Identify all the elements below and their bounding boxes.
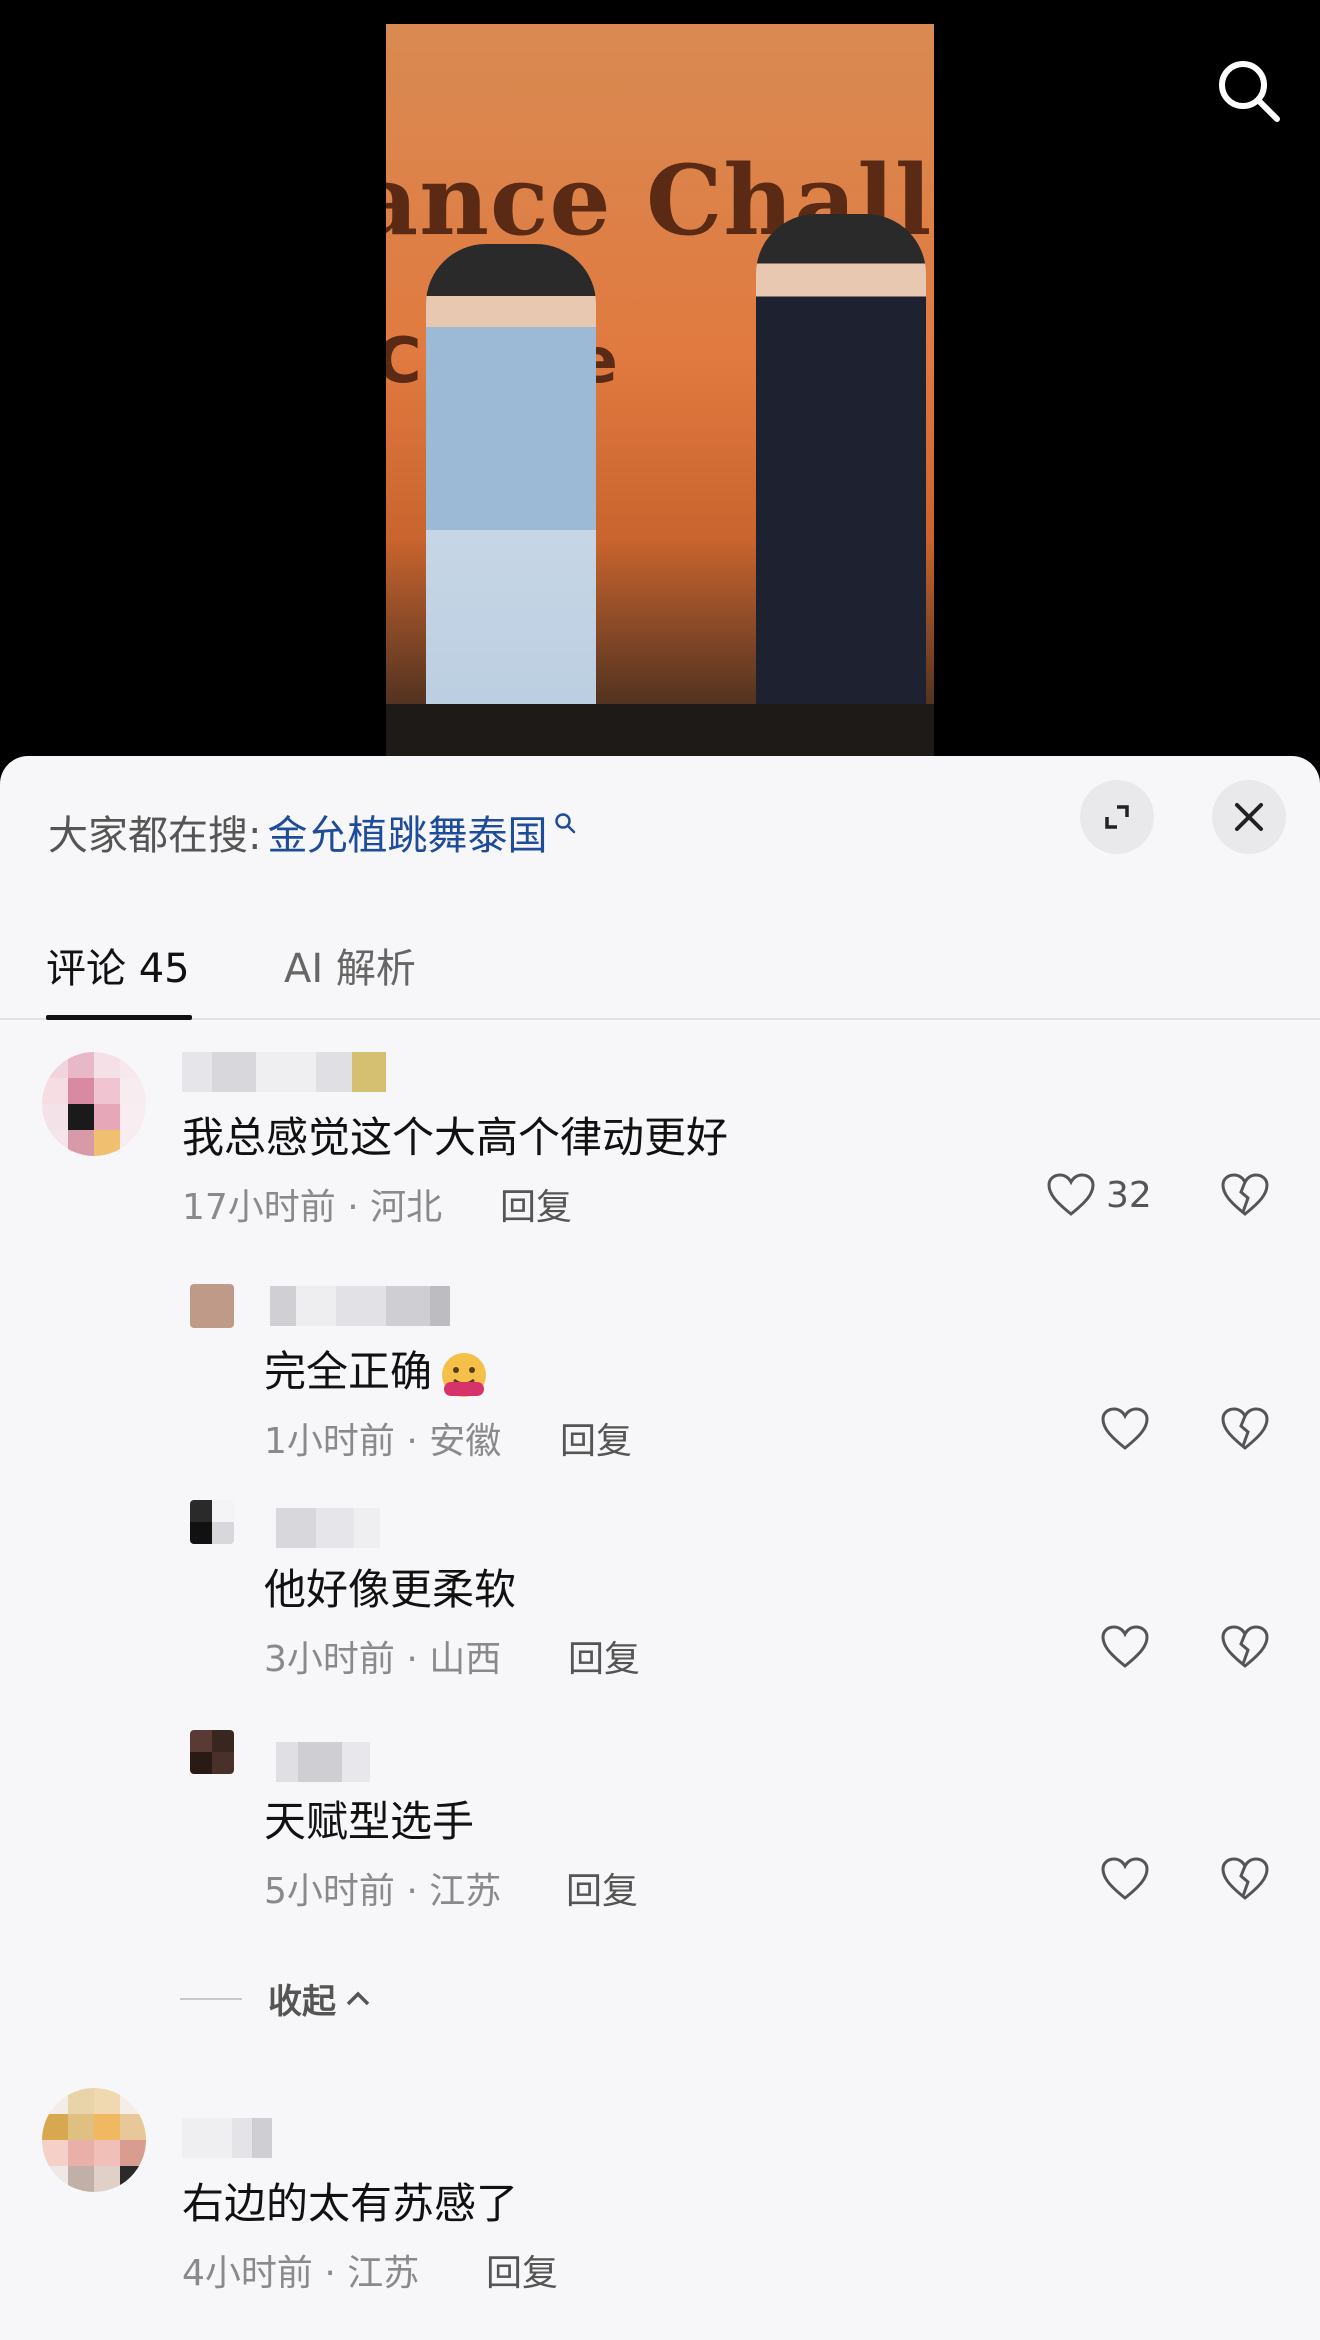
username-redacted[interactable] bbox=[182, 1052, 386, 1092]
like-button[interactable] bbox=[1100, 1856, 1150, 1902]
stage-floor bbox=[386, 704, 934, 760]
performer-left bbox=[426, 244, 596, 760]
small-search-icon bbox=[555, 813, 576, 834]
reply-item: 完全正确 1小时前 · 安徽 回复 bbox=[0, 1284, 1320, 1462]
avatar[interactable] bbox=[42, 2088, 146, 2192]
username-redacted[interactable] bbox=[270, 1286, 450, 1326]
comment-text: 右边的太有苏感了 bbox=[182, 2179, 519, 2228]
reply-button[interactable]: 回复 bbox=[560, 1412, 632, 1464]
close-icon bbox=[1235, 803, 1263, 831]
comment-meta: 17小时前 · 河北 bbox=[182, 1187, 443, 1228]
comment-text: 他好像更柔软 bbox=[264, 1565, 517, 1614]
username-redacted[interactable] bbox=[276, 1742, 370, 1782]
comment-text: 我总感觉这个大高个律动更好 bbox=[182, 1113, 729, 1162]
avatar[interactable] bbox=[190, 1730, 234, 1774]
reply-button[interactable]: 回复 bbox=[568, 1630, 640, 1682]
reply-button[interactable]: 回复 bbox=[486, 2244, 558, 2296]
video-player[interactable]: ance Challeng Ch nge bbox=[0, 0, 1320, 780]
tab-ai-analysis[interactable]: AI 解析 bbox=[284, 936, 416, 994]
hot-search-keyword[interactable]: 金允植跳舞泰国 bbox=[267, 803, 547, 861]
heart-icon bbox=[1101, 1857, 1149, 1900]
reply-item: 天赋型选手 5小时前 · 江苏 回复 bbox=[0, 1730, 1320, 1912]
like-button[interactable] bbox=[1100, 1406, 1150, 1452]
dislike-button[interactable] bbox=[1220, 1406, 1270, 1456]
chevron-up-icon bbox=[346, 1991, 370, 2005]
close-button[interactable] bbox=[1212, 780, 1286, 854]
heart-icon bbox=[1047, 1173, 1095, 1216]
comment-tabs: 评论 45 AI 解析 bbox=[0, 906, 1320, 1020]
dislike-button[interactable] bbox=[1220, 1624, 1270, 1674]
video-frame[interactable]: ance Challeng Ch nge bbox=[386, 24, 934, 760]
comment-meta: 3小时前 · 山西 bbox=[264, 1639, 502, 1680]
dislike-button[interactable] bbox=[1220, 1172, 1270, 1222]
hot-search-bar[interactable]: 大家都在搜: 金允植跳舞泰国 bbox=[48, 800, 577, 864]
hugging-emoji-icon bbox=[442, 1352, 487, 1397]
expand-button[interactable] bbox=[1080, 780, 1154, 854]
hot-search-prefix: 大家都在搜: bbox=[48, 813, 262, 859]
collapse-label: 收起 bbox=[268, 1982, 336, 2022]
reply-button[interactable]: 回复 bbox=[566, 1862, 638, 1914]
avatar[interactable] bbox=[190, 1500, 234, 1544]
comment-sheet: 大家都在搜: 金允植跳舞泰国 评论 45 AI 解析 我总感觉这个大高个律动更好… bbox=[0, 756, 1320, 2340]
like-button[interactable]: 32 bbox=[1046, 1172, 1152, 1218]
dislike-button[interactable] bbox=[1220, 1856, 1270, 1906]
avatar[interactable] bbox=[42, 1052, 146, 1156]
reply-button[interactable]: 回复 bbox=[500, 1178, 572, 1230]
like-button[interactable] bbox=[1100, 1624, 1150, 1670]
username-redacted[interactable] bbox=[182, 2118, 272, 2158]
collapse-replies-button[interactable]: 收起 bbox=[180, 1974, 372, 2023]
expand-icon bbox=[1105, 805, 1129, 829]
tab-comments[interactable]: 评论 45 bbox=[46, 936, 190, 994]
search-icon[interactable] bbox=[1214, 56, 1284, 126]
performer-right bbox=[756, 214, 926, 760]
avatar[interactable] bbox=[190, 1284, 234, 1328]
comment-meta: 1小时前 · 安徽 bbox=[264, 1421, 502, 1462]
like-count: 32 bbox=[1106, 1174, 1152, 1216]
comment-text: 完全正确 bbox=[264, 1338, 492, 1400]
broken-heart-icon bbox=[1221, 1857, 1269, 1900]
broken-heart-icon bbox=[1221, 1173, 1269, 1216]
active-tab-indicator bbox=[46, 1015, 192, 1020]
comment-text: 天赋型选手 bbox=[264, 1797, 475, 1846]
comment-meta: 4小时前 · 江苏 bbox=[182, 2253, 420, 2294]
broken-heart-icon bbox=[1221, 1407, 1269, 1450]
username-redacted[interactable] bbox=[276, 1508, 380, 1548]
reply-item: 他好像更柔软 3小时前 · 山西 回复 bbox=[0, 1500, 1320, 1680]
broken-heart-icon bbox=[1221, 1625, 1269, 1668]
comment-item: 我总感觉这个大高个律动更好 17小时前 · 河北 回复 32 bbox=[0, 1052, 1320, 1228]
comment-meta: 5小时前 · 江苏 bbox=[264, 1871, 502, 1912]
heart-icon bbox=[1101, 1407, 1149, 1450]
collapse-divider bbox=[180, 1997, 242, 2000]
comment-item: 右边的太有苏感了 4小时前 · 江苏 回复 bbox=[0, 2088, 1320, 2294]
heart-icon bbox=[1101, 1625, 1149, 1668]
